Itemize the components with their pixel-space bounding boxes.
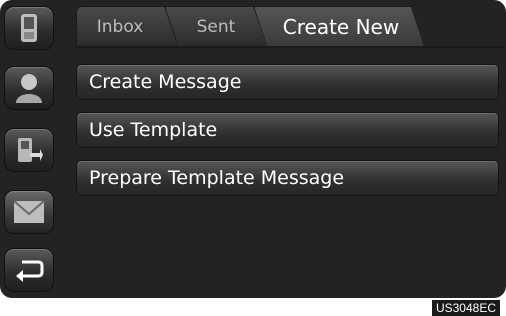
use-template-button[interactable]: Use Template xyxy=(76,112,499,148)
prepare-template-message-button[interactable]: Prepare Template Message xyxy=(76,160,499,196)
message-button[interactable] xyxy=(4,190,54,234)
tab-create-new[interactable]: Create New xyxy=(254,6,424,47)
tab-inbox-label: Inbox xyxy=(96,17,144,37)
message-icon xyxy=(13,200,45,223)
back-button[interactable] xyxy=(4,248,54,292)
tab-sent-label: Sent xyxy=(196,17,236,37)
tab-divider xyxy=(76,46,504,48)
prepare-template-message-label: Prepare Template Message xyxy=(89,167,345,189)
phone-icon xyxy=(21,14,37,42)
contact-icon xyxy=(16,74,42,103)
contacts-button[interactable] xyxy=(4,66,54,110)
tab-sent[interactable]: Sent xyxy=(165,6,267,47)
screen: Inbox Sent Create New Create Message Use… xyxy=(0,0,506,298)
transfer-button[interactable] xyxy=(4,128,54,172)
transfer-icon xyxy=(18,138,43,162)
create-message-label: Create Message xyxy=(89,71,242,93)
phone-button[interactable] xyxy=(4,6,54,50)
tab-create-new-label: Create New xyxy=(282,15,400,39)
sidebar xyxy=(0,0,62,298)
back-icon xyxy=(16,260,44,282)
use-template-label: Use Template xyxy=(89,119,218,141)
tab-inbox[interactable]: Inbox xyxy=(76,6,178,47)
reference-code: US3048EC xyxy=(431,300,500,316)
create-message-button[interactable]: Create Message xyxy=(76,64,499,100)
